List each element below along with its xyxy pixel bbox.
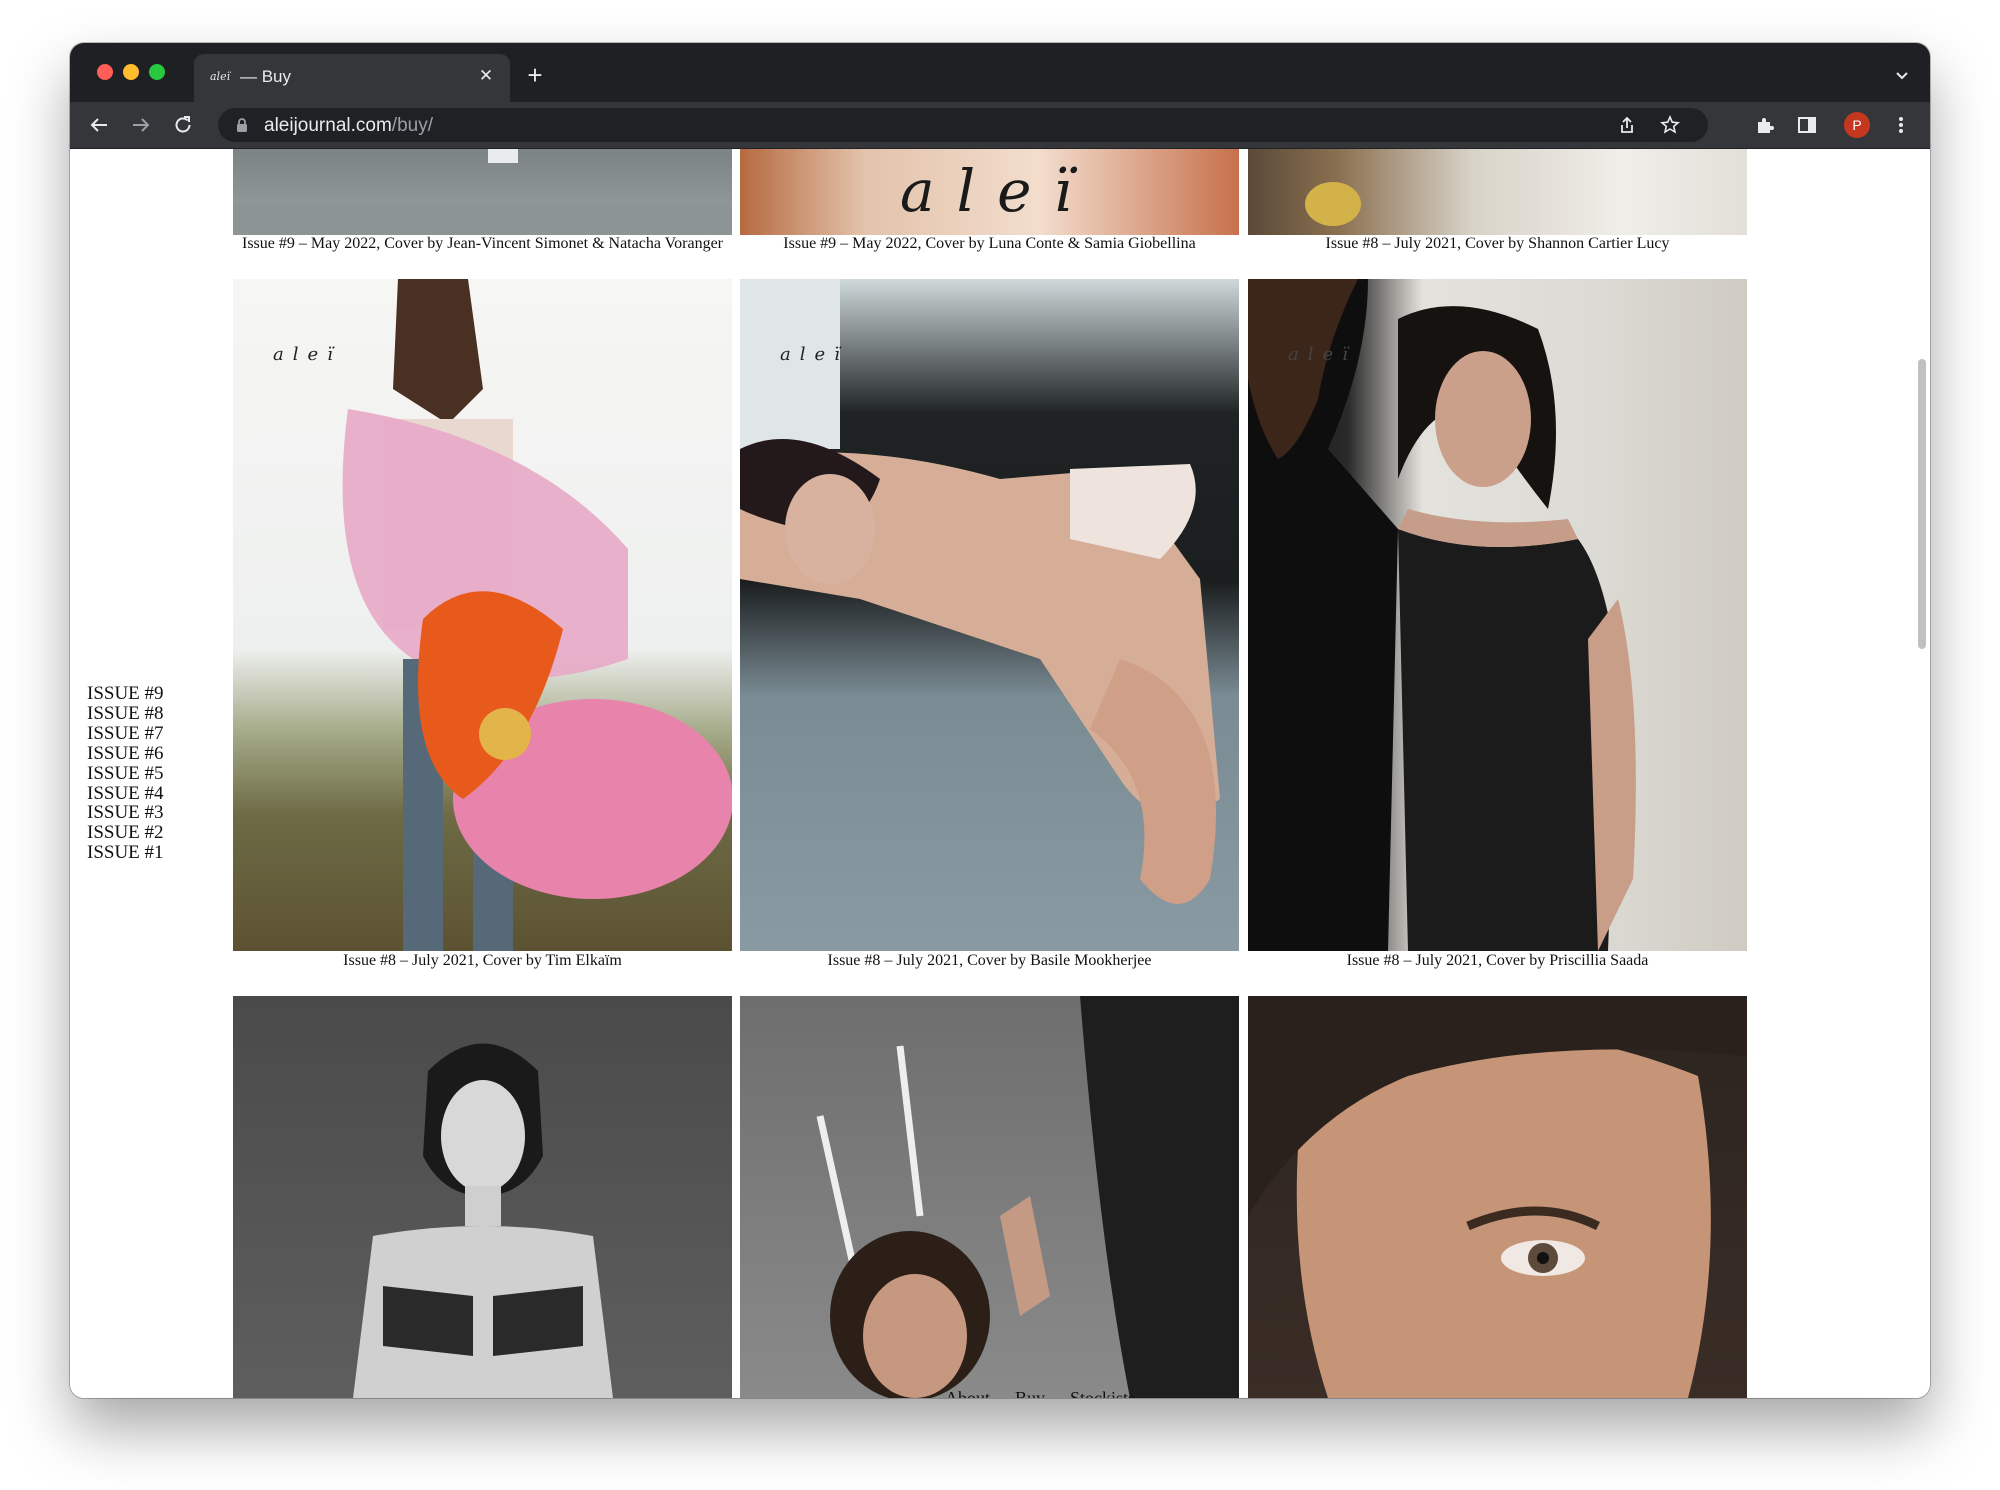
active-tab[interactable]: aleï — Buy ✕ [194,54,510,102]
new-tab-button[interactable]: + [520,60,550,90]
tab-title: — Buy [240,67,292,86]
cover-caption: Issue #9 – May 2022, Cover by Luna Conte… [783,235,1196,252]
cover-image[interactable] [233,996,732,1398]
stockists-link[interactable]: Stockists [1070,1388,1135,1398]
cover-caption: Issue #8 – July 2021, Cover by Shannon C… [1325,235,1670,252]
issue-link-5[interactable]: ISSUE #5 [87,763,164,784]
footer-separator: – [997,1388,1007,1398]
cover-masthead: aleï [900,157,1095,225]
close-window-button[interactable] [97,64,113,80]
browser-window: aleï — Buy ✕ + aleijournal.com/buy/ P IS… [70,43,1930,1398]
cover-masthead: aleï [1288,344,1357,365]
cover-photo-shapes [353,1043,613,1398]
cover-photo-shapes [1248,279,1636,951]
address-bar[interactable]: aleijournal.com/buy/ [218,108,1708,142]
more-menu-icon[interactable] [1886,110,1916,140]
issue-link-7[interactable]: ISSUE #7 [87,723,164,744]
issue-link-9[interactable]: ISSUE #9 [87,684,164,704]
tab-strip: aleï — Buy ✕ + [70,43,1930,102]
zoom-window-button[interactable] [149,64,165,80]
favicon-icon: aleï [210,70,231,83]
issues-sidebar: ISSUE #9 ISSUE #8 ISSUE #7 ISSUE #6 ISSU… [87,684,164,863]
url-path: /buy/ [391,115,433,136]
cover-photo-shapes [233,149,732,235]
cover-caption: Issue #9 – May 2022, Cover by Jean-Vince… [241,235,723,252]
cover-photo-shapes [816,996,1239,1398]
issue-link-3[interactable]: ISSUE #3 [87,803,164,823]
side-panel-icon[interactable] [1792,110,1822,140]
cover-photo-shapes [342,279,732,951]
cover-masthead: aleï [780,344,849,365]
cover-image[interactable] [1248,996,1747,1398]
forward-arrow-icon[interactable] [126,110,156,140]
buy-link[interactable]: Buy [1015,1388,1045,1398]
minimize-window-button[interactable] [123,64,139,80]
chevron-down-icon[interactable] [1892,65,1912,85]
cover-image[interactable]: aleï [233,279,732,951]
url-host: aleijournal.com [264,115,392,136]
issue-link-1[interactable]: ISSUE #1 [87,843,164,863]
browser-toolbar: aleijournal.com/buy/ P [70,102,1930,149]
cover-image[interactable]: aleï [740,149,1239,235]
lock-icon[interactable] [234,117,250,133]
about-link[interactable]: About [945,1388,990,1398]
footer-separator: – [1053,1388,1062,1398]
url-text[interactable]: aleijournal.com/buy/ [264,115,433,137]
close-tab-icon[interactable]: ✕ [474,64,498,88]
issue-link-2[interactable]: ISSUE #2 [87,823,164,843]
reload-icon[interactable] [168,110,198,140]
footer-nav: About – Buy – Stockists [890,1388,1190,1398]
cover-photo-shapes [1305,182,1361,226]
vertical-scrollbar[interactable] [1918,359,1926,649]
cover-image[interactable]: aleï [740,279,1239,951]
cover-image[interactable] [740,996,1239,1398]
page-viewport: ISSUE #9 ISSUE #8 ISSUE #7 ISSUE #6 ISSU… [70,149,1930,1398]
extensions-puzzle-icon[interactable] [1750,110,1780,140]
cover-image[interactable] [233,149,732,235]
cover-photo-shapes [1248,996,1747,1398]
issue-link-4[interactable]: ISSUE #4 [87,783,164,804]
cover-caption: Issue #8 – July 2021, Cover by Basile Mo… [827,952,1152,969]
cover-image[interactable]: aleï [1248,279,1747,951]
profile-avatar[interactable]: P [1844,112,1870,138]
cover-caption: Issue #8 – July 2021, Cover by Priscilli… [1346,952,1649,969]
issue-link-6[interactable]: ISSUE #6 [87,743,164,764]
cover-photo-shapes [740,279,1220,904]
issue-link-8[interactable]: ISSUE #8 [87,704,164,724]
cover-masthead: aleï [273,344,342,365]
cover-image[interactable] [1248,149,1747,235]
bookmark-star-icon[interactable] [1659,114,1681,136]
share-icon[interactable] [1616,114,1638,136]
cover-caption: Issue #8 – July 2021, Cover by Tim Elkaï… [343,952,622,969]
back-arrow-icon[interactable] [84,110,114,140]
